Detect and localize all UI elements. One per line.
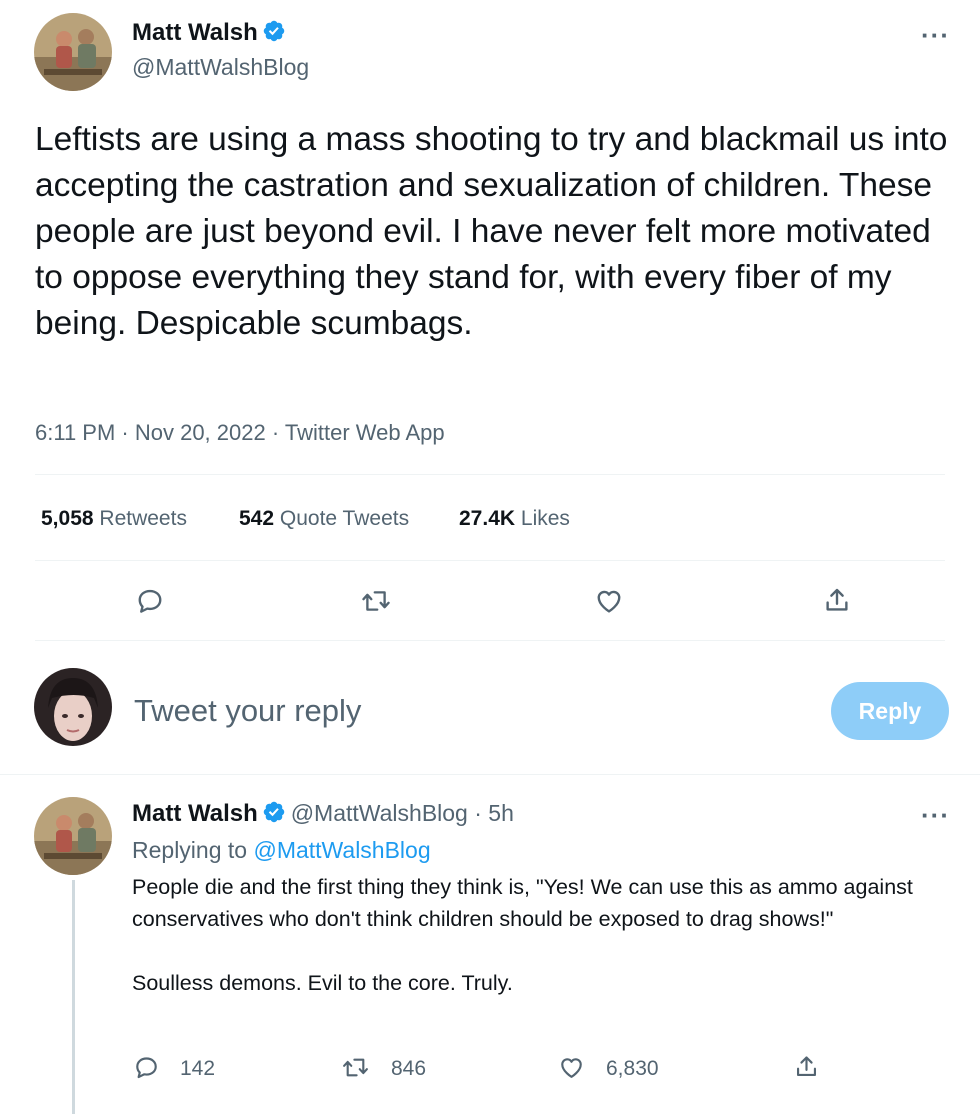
divider [35, 474, 945, 475]
likes-label: Likes [520, 507, 570, 530]
quote-tweets-count: 542 [239, 507, 275, 530]
reply-tweet-text: People die and the first thing they thin… [132, 875, 913, 995]
retweet-icon[interactable] [341, 1054, 370, 1081]
reply-icon[interactable] [133, 1054, 160, 1081]
divider [35, 640, 945, 641]
like-count: 6,830 [606, 1057, 659, 1080]
author-handle[interactable]: @MattWalshBlog [132, 54, 309, 81]
reply-icon[interactable] [135, 586, 165, 616]
share-icon[interactable] [793, 1053, 820, 1080]
verified-badge-icon [263, 801, 285, 823]
likes-count: 27.4K [459, 507, 516, 530]
reply-button[interactable]: Reply [831, 682, 949, 740]
retweet-count: 846 [391, 1057, 427, 1080]
reply-author-avatar[interactable] [34, 797, 112, 875]
author-avatar[interactable] [34, 13, 112, 91]
author-name[interactable]: Matt Walsh [132, 19, 258, 46]
more-options-icon[interactable]: ··· [921, 20, 950, 51]
replying-to-line: Replying to @MattWalshBlog [132, 837, 431, 864]
share-icon[interactable] [822, 585, 852, 615]
retweets-stat[interactable]: 5,058 Retweets [41, 507, 187, 531]
current-user-avatar[interactable] [34, 668, 112, 746]
quote-tweets-stat[interactable]: 542 Quote Tweets [239, 507, 409, 531]
reply-count: 142 [180, 1057, 216, 1080]
retweets-label: Retweets [99, 507, 187, 530]
like-icon[interactable] [593, 586, 625, 616]
thread-line [72, 880, 75, 1114]
reply-author-name[interactable]: Matt Walsh [132, 800, 258, 827]
replying-to-prefix: Replying to [132, 837, 248, 863]
divider [35, 560, 945, 561]
reply-author-line: Matt Walsh @MattWalshBlog · 5h [132, 800, 514, 828]
author-line: Matt Walsh [132, 19, 286, 47]
retweets-count: 5,058 [41, 507, 94, 530]
retweet-icon[interactable] [360, 586, 392, 616]
more-options-icon[interactable]: ··· [921, 800, 950, 831]
verified-badge-icon [263, 20, 285, 42]
tweet-timestamp[interactable]: 6:11 PM · Nov 20, 2022 · Twitter Web App [35, 420, 445, 446]
like-icon[interactable] [557, 1054, 586, 1081]
likes-stat[interactable]: 27.4K Likes [459, 507, 570, 531]
reply-handle-time[interactable]: @MattWalshBlog · 5h [291, 800, 514, 826]
replying-to-link[interactable]: @MattWalshBlog [253, 837, 430, 863]
divider [0, 774, 980, 775]
tweet-text: Leftists are using a mass shooting to tr… [35, 121, 957, 342]
reply-input[interactable]: Tweet your reply [134, 693, 361, 729]
quote-tweets-label: Quote Tweets [279, 507, 410, 530]
